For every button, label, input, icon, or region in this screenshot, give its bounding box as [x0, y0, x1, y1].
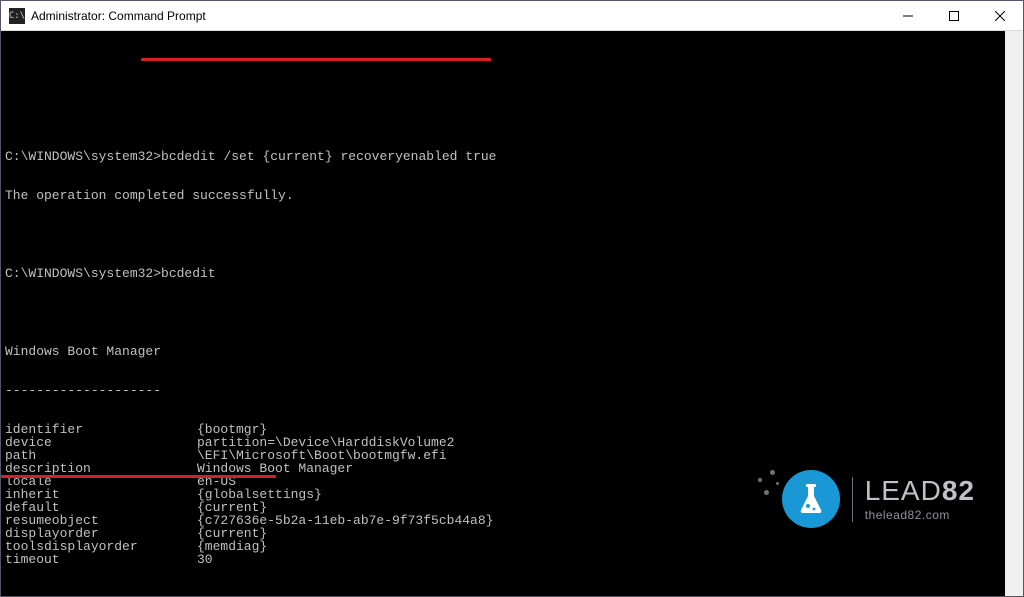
- highlight-annotation-1: [141, 58, 491, 61]
- terminal-blank: [5, 592, 1001, 596]
- section-header: Windows Boot Manager: [5, 345, 1001, 358]
- flask-icon: [782, 470, 840, 528]
- watermark-divider: [852, 477, 853, 522]
- close-button[interactable]: [977, 1, 1023, 31]
- watermark-url: thelead82.com: [865, 509, 975, 521]
- watermark-text: LEAD82 thelead82.com: [865, 477, 975, 521]
- kv-row: displayorder{current}: [5, 527, 1001, 540]
- watermark-brand: LEAD82: [865, 477, 975, 505]
- kv-row: identifier{bootmgr}: [5, 423, 1001, 436]
- terminal-blank: [5, 111, 1001, 124]
- terminal-cmd-line: C:\WINDOWS\system32>bcdedit: [5, 267, 1001, 280]
- scrollbar-thumb[interactable]: [1006, 31, 1022, 596]
- terminal-cmd-line: C:\WINDOWS\system32>bcdedit /set {curren…: [5, 150, 1001, 163]
- cmd-icon: C:\: [9, 8, 25, 24]
- highlight-annotation-2: [1, 475, 276, 478]
- section-divider: --------------------: [5, 384, 1001, 397]
- window-title: Administrator: Command Prompt: [31, 9, 206, 23]
- kv-row: timeout30: [5, 553, 1001, 566]
- maximize-button[interactable]: [931, 1, 977, 31]
- terminal-blank: [5, 306, 1001, 319]
- kv-row: toolsdisplayorder{memdiag}: [5, 540, 1001, 553]
- terminal-output: The operation completed successfully.: [5, 189, 1001, 202]
- terminal-area[interactable]: C:\WINDOWS\system32>bcdedit /set {curren…: [1, 31, 1023, 596]
- minimize-button[interactable]: [885, 1, 931, 31]
- kv-key: timeout: [5, 553, 197, 566]
- kv-row: path\EFI\Microsoft\Boot\bootmgfw.efi: [5, 449, 1001, 462]
- watermark: LEAD82 thelead82.com: [782, 470, 975, 528]
- kv-row: devicepartition=\Device\HarddiskVolume2: [5, 436, 1001, 449]
- watermark-dots-icon: [754, 468, 783, 546]
- terminal-blank: [5, 228, 1001, 241]
- titlebar[interactable]: C:\ Administrator: Command Prompt: [1, 1, 1023, 31]
- kv-value: 30: [197, 553, 213, 566]
- cmd-window: C:\ Administrator: Command Prompt C:\WIN…: [0, 0, 1024, 597]
